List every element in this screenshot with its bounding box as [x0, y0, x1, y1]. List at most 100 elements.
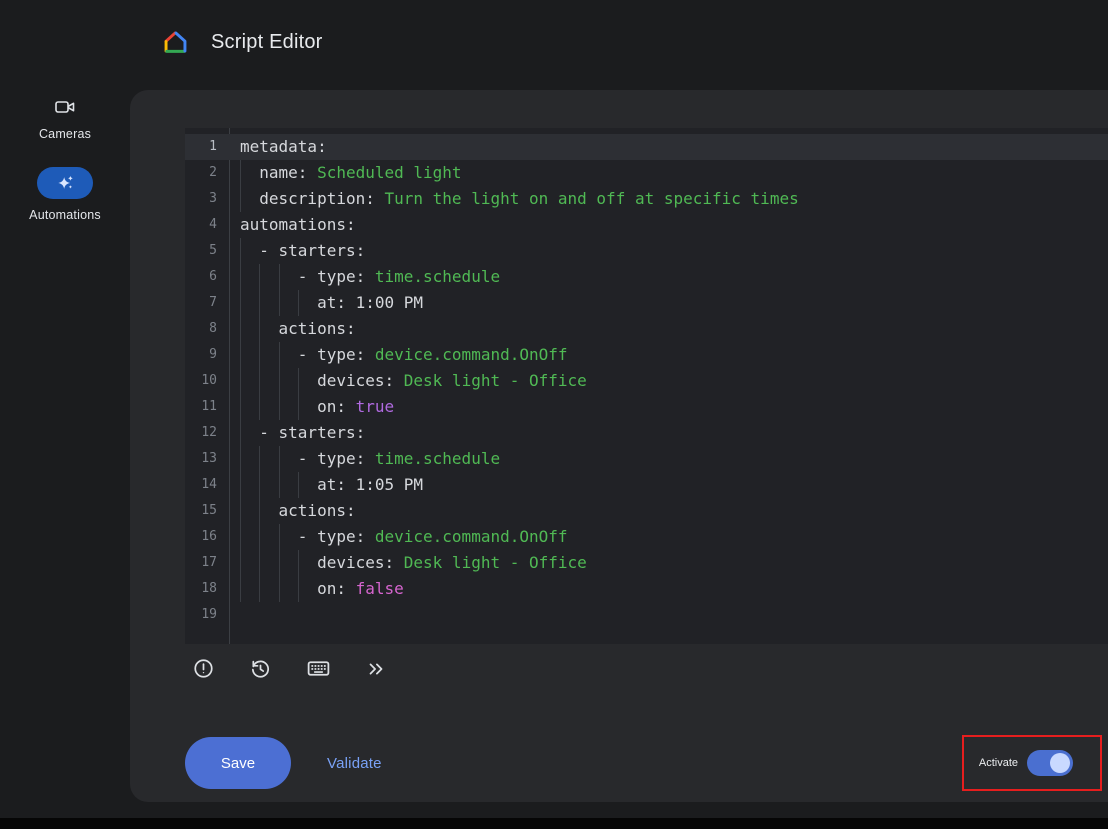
indent-guide [259, 264, 260, 290]
activate-toggle[interactable] [1027, 750, 1073, 776]
script-editor[interactable]: 1metadata:2 name: Scheduled light3 descr… [185, 128, 1108, 644]
code-line[interactable]: 12 - starters: [185, 420, 1108, 446]
indent-guide [259, 576, 260, 602]
code-text: - type: device.command.OnOff [229, 524, 568, 550]
indent-guide [240, 264, 241, 290]
indent-guide [240, 420, 241, 446]
expand-button[interactable] [363, 656, 389, 685]
code-line[interactable]: 1metadata: [185, 134, 1108, 160]
line-number: 13 [185, 446, 229, 472]
indent-guide [240, 342, 241, 368]
history-icon [249, 657, 272, 683]
toggle-knob [1050, 753, 1070, 773]
errors-button[interactable] [190, 655, 217, 685]
indent-guide [279, 550, 280, 576]
code-text: automations: [229, 212, 356, 238]
indent-guide [279, 264, 280, 290]
indent-guide [259, 342, 260, 368]
code-line[interactable]: 13 - type: time.schedule [185, 446, 1108, 472]
line-number: 12 [185, 420, 229, 446]
indent-guide [259, 394, 260, 420]
code-text: devices: Desk light - Office [229, 550, 587, 576]
keyboard-icon [306, 656, 331, 684]
code-line[interactable]: 7 at: 1:00 PM [185, 290, 1108, 316]
code-text: devices: Desk light - Office [229, 368, 587, 394]
indent-guide [240, 576, 241, 602]
code-line[interactable]: 9 - type: device.command.OnOff [185, 342, 1108, 368]
validate-button[interactable]: Validate [321, 754, 388, 773]
indent-guide [259, 290, 260, 316]
save-button[interactable]: Save [185, 737, 291, 789]
indent-guide [259, 316, 260, 342]
indent-guide [298, 472, 299, 498]
code-text: - type: time.schedule [229, 264, 500, 290]
code-text: metadata: [229, 134, 327, 160]
code-line[interactable]: 16 - type: device.command.OnOff [185, 524, 1108, 550]
line-number: 11 [185, 394, 229, 420]
indent-guide [259, 550, 260, 576]
line-number: 1 [185, 134, 229, 160]
line-number: 5 [185, 238, 229, 264]
code-line[interactable]: 19 [185, 602, 1108, 628]
code-text: - starters: [229, 238, 365, 264]
indent-guide [279, 290, 280, 316]
sidebar-item-automations[interactable]: Automations [0, 167, 130, 222]
line-number: 3 [185, 186, 229, 212]
keyboard-button[interactable] [304, 654, 333, 686]
indent-guide [240, 394, 241, 420]
topbar: Script Editor [0, 0, 1108, 84]
editor-panel: 1metadata:2 name: Scheduled light3 descr… [130, 90, 1108, 802]
line-number: 14 [185, 472, 229, 498]
code-line[interactable]: 17 devices: Desk light - Office [185, 550, 1108, 576]
code-line[interactable]: 6 - type: time.schedule [185, 264, 1108, 290]
indent-guide [298, 394, 299, 420]
bottom-strip [0, 818, 1108, 829]
page-title: Script Editor [211, 31, 323, 54]
code-text: actions: [229, 316, 356, 342]
code-line[interactable]: 14 at: 1:05 PM [185, 472, 1108, 498]
indent-guide [240, 186, 241, 212]
code-line[interactable]: 10 devices: Desk light - Office [185, 368, 1108, 394]
indent-guide [240, 316, 241, 342]
indent-guide [298, 290, 299, 316]
indent-guide [240, 446, 241, 472]
indent-guide [279, 446, 280, 472]
line-number: 4 [185, 212, 229, 238]
indent-guide [259, 368, 260, 394]
indent-guide [259, 446, 260, 472]
indent-guide [240, 368, 241, 394]
code-text: name: Scheduled light [229, 160, 462, 186]
line-number: 19 [185, 602, 229, 628]
indent-guide [279, 524, 280, 550]
annotation-box: Activate [962, 735, 1102, 791]
indent-guide [259, 472, 260, 498]
indent-guide [240, 524, 241, 550]
indent-guide [298, 550, 299, 576]
code-line[interactable]: 3 description: Turn the light on and off… [185, 186, 1108, 212]
code-line[interactable]: 11 on: true [185, 394, 1108, 420]
indent-guide [240, 498, 241, 524]
line-number: 18 [185, 576, 229, 602]
code-line[interactable]: 2 name: Scheduled light [185, 160, 1108, 186]
history-button[interactable] [247, 655, 274, 685]
camera-icon [55, 96, 75, 118]
indent-guide [240, 550, 241, 576]
indent-guide [259, 524, 260, 550]
activate-label: Activate [979, 757, 1018, 769]
sidebar-item-cameras[interactable]: Cameras [0, 84, 130, 141]
editor-toolbar [190, 654, 389, 686]
code-text: at: 1:00 PM [229, 290, 423, 316]
error-icon [192, 657, 215, 683]
code-line[interactable]: 5 - starters: [185, 238, 1108, 264]
code-line[interactable]: 8 actions: [185, 316, 1108, 342]
code-line[interactable]: 4automations: [185, 212, 1108, 238]
indent-guide [279, 472, 280, 498]
code-line[interactable]: 18 on: false [185, 576, 1108, 602]
code-text: - type: time.schedule [229, 446, 500, 472]
indent-guide [240, 160, 241, 186]
code-text: - type: device.command.OnOff [229, 342, 568, 368]
indent-guide [298, 576, 299, 602]
code-line[interactable]: 15 actions: [185, 498, 1108, 524]
line-number: 8 [185, 316, 229, 342]
indent-guide [240, 472, 241, 498]
